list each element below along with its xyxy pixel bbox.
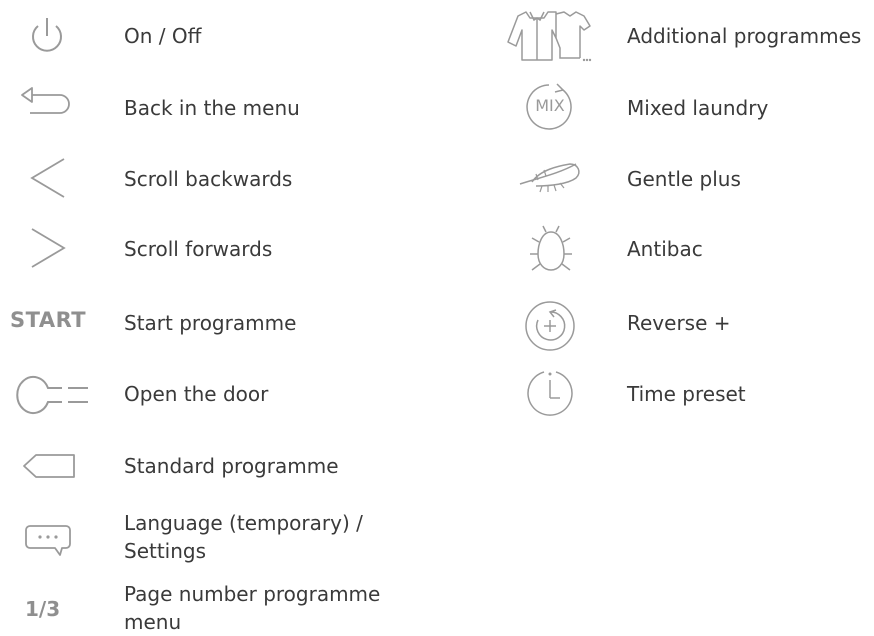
speech-bubble-icon bbox=[22, 522, 74, 558]
label-open-door: Open the door bbox=[124, 382, 269, 406]
label-reverse: Reverse + bbox=[627, 311, 731, 335]
feather-icon bbox=[518, 160, 584, 196]
chevron-left-icon bbox=[28, 155, 68, 201]
tag-icon bbox=[22, 452, 76, 480]
label-gentle: Gentle plus bbox=[627, 167, 741, 191]
key-icon bbox=[6, 372, 90, 418]
label-mixed: Mixed laundry bbox=[627, 96, 769, 120]
chevron-right-icon bbox=[28, 225, 68, 271]
label-language-line1: Language (temporary) / bbox=[124, 511, 363, 535]
clothes-icon bbox=[506, 8, 592, 64]
label-language-line2: Settings bbox=[124, 539, 207, 563]
label-page-number-line2: menu bbox=[124, 610, 182, 634]
reverse-plus-icon bbox=[522, 298, 578, 354]
bug-icon bbox=[528, 222, 574, 276]
back-arrow-icon bbox=[18, 84, 72, 124]
label-start: Start programme bbox=[124, 311, 297, 335]
label-back: Back in the menu bbox=[124, 96, 300, 120]
page-number-icon: 1/3 bbox=[25, 597, 61, 621]
label-time-preset: Time preset bbox=[627, 382, 746, 406]
label-standard: Standard programme bbox=[124, 454, 339, 478]
label-scroll-back: Scroll backwards bbox=[124, 167, 293, 191]
mix-icon: MIX bbox=[525, 82, 575, 132]
mix-text: MIX bbox=[535, 96, 565, 115]
label-page-number-line1: Page number programme bbox=[124, 582, 381, 606]
label-scroll-forward: Scroll forwards bbox=[124, 237, 273, 261]
label-antibac: Antibac bbox=[627, 237, 703, 261]
label-additional: Additional programmes bbox=[627, 24, 862, 48]
label-on-off: On / Off bbox=[124, 24, 202, 48]
power-icon bbox=[25, 14, 69, 58]
start-icon: START bbox=[10, 308, 87, 332]
timer-icon bbox=[524, 368, 576, 420]
